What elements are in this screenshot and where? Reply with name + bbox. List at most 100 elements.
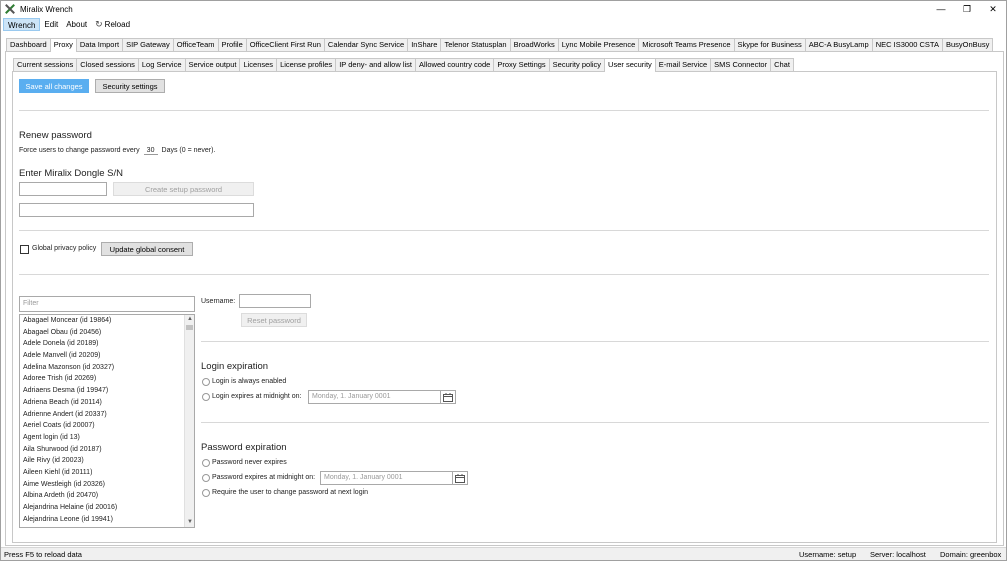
username-label: Username: [201, 298, 236, 305]
tab-license-profiles[interactable]: License profiles [276, 58, 337, 71]
renew-days-input[interactable]: 30 [143, 147, 158, 155]
close-icon[interactable]: ✕ [980, 1, 1006, 17]
tab-lync-mobile-presence[interactable]: Lync Mobile Presence [557, 38, 640, 51]
list-item[interactable]: Aila Shurwood (id 20187) [20, 444, 194, 456]
tab-microsoft-teams-presence[interactable]: Microsoft Teams Presence [638, 38, 735, 51]
list-item[interactable]: Aile Rivy (id 20023) [20, 455, 194, 467]
status-hint: Press F5 to reload data [4, 550, 82, 559]
require-password-change-radio[interactable] [202, 489, 210, 497]
list-item[interactable]: Adrienne Andert (id 20337) [20, 409, 194, 421]
list-item[interactable]: Adele Donela (id 20189) [20, 338, 194, 350]
list-item[interactable]: Adriaens Desma (id 19947) [20, 385, 194, 397]
tab-officeteam[interactable]: OfficeTeam [172, 38, 219, 51]
tab-security-policy[interactable]: Security policy [548, 58, 606, 71]
menu-about[interactable]: About [62, 18, 91, 31]
login-expires-radio[interactable] [202, 393, 210, 401]
list-item[interactable]: Adele Manvell (id 20209) [20, 350, 194, 362]
minimize-icon[interactable]: — [928, 1, 954, 17]
tab-licenses[interactable]: Licenses [239, 58, 278, 71]
list-item[interactable]: Aileen Kiehl (id 20111) [20, 467, 194, 479]
main-tab-strip: Dashboard Proxy Data Import SIP Gateway … [6, 38, 994, 52]
tab-abc-a-busylamp[interactable]: ABC-A BusyLamp [804, 38, 873, 51]
menu-wrench[interactable]: Wrench [3, 17, 41, 31]
window-title: Miralix Wrench [20, 4, 73, 14]
tab-officeclient-first-run[interactable]: OfficeClient First Run [245, 38, 325, 51]
reset-password-button[interactable]: Reset password [241, 313, 307, 327]
tab-log-service[interactable]: Log Service [137, 58, 186, 71]
divider [201, 422, 989, 423]
scroll-thumb[interactable] [186, 325, 193, 330]
list-item[interactable]: Alejandrina Leone (id 19941) [20, 514, 194, 526]
list-item[interactable]: Abagael Obau (id 20456) [20, 327, 194, 339]
restore-icon[interactable]: ❐ [954, 1, 980, 17]
list-item[interactable]: Agent login (id 13) [20, 432, 194, 444]
tab-sip-gateway[interactable]: SIP Gateway [122, 38, 174, 51]
list-item[interactable]: Albina Ardeth (id 20470) [20, 490, 194, 502]
renew-prefix: Force users to change password every [19, 147, 140, 154]
login-calendar-icon[interactable] [440, 390, 456, 404]
tab-proxy-settings[interactable]: Proxy Settings [493, 58, 550, 71]
tab-sms-connector[interactable]: SMS Connector [710, 58, 772, 71]
list-item[interactable]: Adelina Mazonson (id 20327) [20, 362, 194, 374]
tab-user-security[interactable]: User security [604, 58, 656, 72]
list-item[interactable]: Aime Westleigh (id 20326) [20, 479, 194, 491]
tab-ip-deny-allow-list[interactable]: IP deny- and allow list [335, 58, 417, 71]
tab-current-sessions[interactable]: Current sessions [13, 58, 78, 71]
list-item[interactable]: Adriena Beach (id 20114) [20, 397, 194, 409]
wrench-app-icon [4, 3, 16, 15]
tab-profile[interactable]: Profile [217, 38, 247, 51]
divider [19, 110, 989, 111]
status-bar: Press F5 to reload data Username: setup … [1, 547, 1006, 560]
filter-input[interactable]: Filter [19, 296, 195, 312]
tab-closed-sessions[interactable]: Closed sessions [76, 58, 139, 71]
list-item[interactable]: Alejandrina Helaine (id 20016) [20, 502, 194, 514]
user-list-scrollbar[interactable]: ▲ ▼ [184, 315, 194, 527]
tab-inshare[interactable]: InShare [407, 38, 442, 51]
tab-service-output[interactable]: Service output [184, 58, 241, 71]
tab-dashboard[interactable]: Dashboard [6, 38, 51, 51]
status-server: Server: localhost [870, 550, 926, 559]
list-item[interactable]: Aeriel Coats (id 20007) [20, 420, 194, 432]
reload-icon: ↻ [95, 18, 103, 29]
global-privacy-label: Global privacy policy [32, 245, 97, 252]
tab-chat[interactable]: Chat [770, 58, 794, 71]
password-never-expires-radio[interactable] [202, 459, 210, 467]
list-item[interactable]: Adoree Trish (id 20269) [20, 373, 194, 385]
menu-edit[interactable]: Edit [40, 18, 62, 31]
tab-data-import[interactable]: Data Import [75, 38, 124, 51]
window-controls: — ❐ ✕ [928, 1, 1006, 17]
user-list[interactable]: Abagael Moncear (id 19864) Abagael Obau … [19, 314, 195, 528]
password-expires-radio[interactable] [202, 474, 210, 482]
list-item[interactable]: Abagael Moncear (id 19864) [20, 315, 194, 327]
tab-broadworks[interactable]: BroadWorks [509, 38, 559, 51]
scroll-up-icon[interactable]: ▲ [185, 315, 194, 324]
scroll-down-icon[interactable]: ▼ [185, 518, 194, 527]
dongle-sn-input[interactable] [19, 182, 107, 196]
user-security-panel: Save all changes Security settings Renew… [12, 71, 997, 543]
login-expiry-date-field[interactable]: Monday, 1. January 0001 [308, 390, 441, 404]
setup-password-output[interactable] [19, 203, 254, 217]
tab-busyonbusy[interactable]: BusyOnBusy [941, 38, 994, 51]
password-calendar-icon[interactable] [452, 471, 468, 485]
login-always-enabled-radio[interactable] [202, 378, 210, 386]
tab-proxy[interactable]: Proxy [49, 38, 77, 52]
menu-reload[interactable]: ↻ Reload [91, 18, 134, 31]
create-setup-password-button[interactable]: Create setup password [113, 182, 254, 196]
status-domain: Domain: greenbox [940, 550, 1002, 559]
tab-allowed-country-code[interactable]: Allowed country code [415, 58, 495, 71]
status-username: Username: setup [799, 550, 857, 559]
global-privacy-checkbox[interactable] [20, 245, 29, 254]
tab-nec-is3000-csta[interactable]: NEC IS3000 CSTA [871, 38, 943, 51]
tab-calendar-sync-service[interactable]: Calendar Sync Service [323, 38, 409, 51]
divider [19, 274, 989, 275]
save-all-changes-button[interactable]: Save all changes [19, 79, 89, 93]
update-global-consent-button[interactable]: Update global consent [101, 242, 193, 256]
tab-email-service[interactable]: E-mail Service [654, 58, 712, 71]
username-input[interactable] [239, 294, 311, 308]
security-settings-button[interactable]: Security settings [95, 79, 165, 93]
proxy-tab-panel: Current sessions Closed sessions Log Ser… [5, 51, 1004, 546]
password-expiry-date-field[interactable]: Monday, 1. January 0001 [320, 471, 453, 485]
menu-reload-label: Reload [104, 19, 131, 29]
tab-telenor-statusplan[interactable]: Telenor Statusplan [440, 38, 511, 51]
tab-skype-for-business[interactable]: Skype for Business [733, 38, 806, 51]
